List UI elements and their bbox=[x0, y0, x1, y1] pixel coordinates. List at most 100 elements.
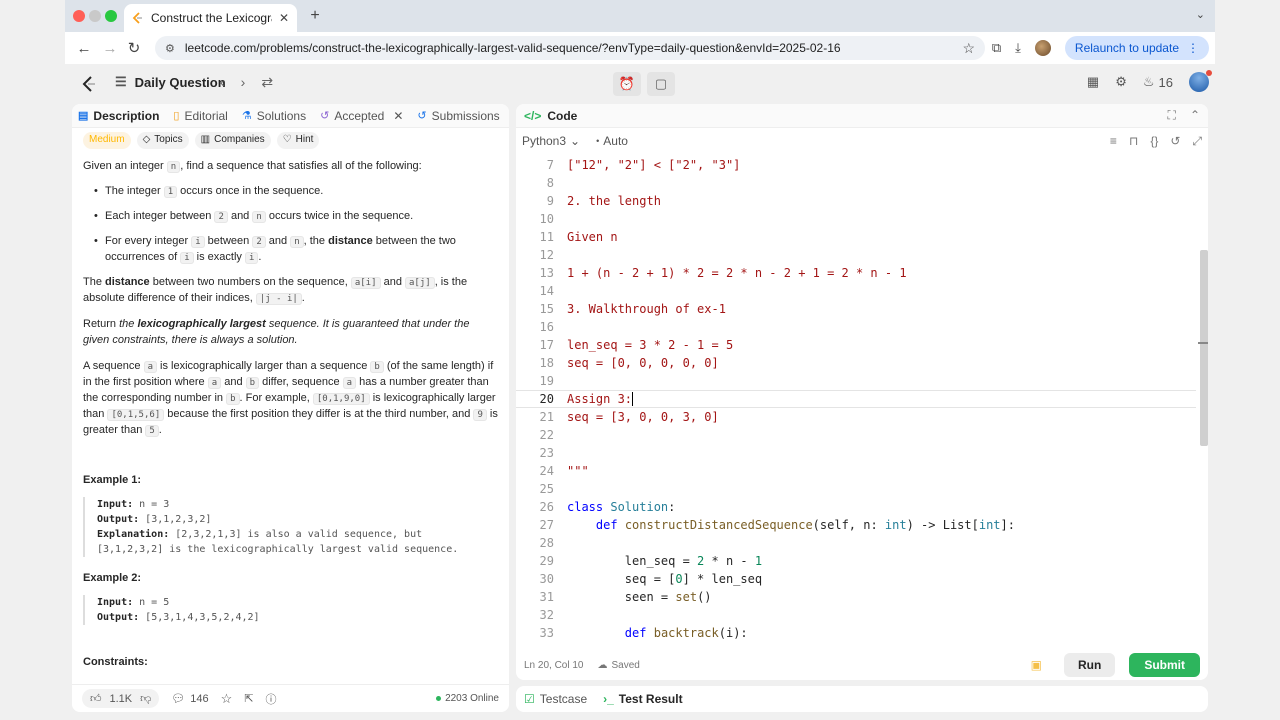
reset-code-icon[interactable]: ↺ bbox=[1170, 134, 1180, 149]
tab-solutions[interactable]: ⚗ Solutions bbox=[242, 109, 306, 123]
line-number: 18 bbox=[539, 356, 554, 370]
help-icon[interactable]: ⓘ bbox=[266, 691, 277, 707]
layout-grid-icon[interactable]: ▦ bbox=[1087, 74, 1099, 90]
code-line[interactable]: 32 bbox=[516, 606, 1196, 624]
browser-tab-active[interactable]: Construct the Lexicographica ✕ bbox=[124, 4, 297, 32]
topics-tag[interactable]: ◇ Topics bbox=[136, 132, 189, 149]
code-editor[interactable]: 7 ["12", "2"] < ["2", "3"] 8 9 2. the length… bbox=[516, 154, 1208, 644]
code-line[interactable]: 33 def backtrack(i): bbox=[516, 624, 1196, 642]
code-line[interactable]: 30 seq = [0] * len_seq bbox=[516, 570, 1196, 588]
close-tab-accepted-icon[interactable]: ✕ bbox=[393, 109, 403, 123]
code-line[interactable]: 20 Assign 3: bbox=[516, 390, 1196, 408]
code-line[interactable]: 15 3. Walkthrough of ex-1 bbox=[516, 300, 1196, 318]
close-tab-icon[interactable]: ✕ bbox=[279, 11, 289, 25]
tab-submissions[interactable]: ↺ Submissions bbox=[417, 109, 499, 123]
thumbs-down-icon[interactable]: 👎︎ bbox=[140, 692, 151, 705]
relaunch-button[interactable]: Relaunch to update ⋮ bbox=[1064, 36, 1209, 60]
like-count: 1.1K bbox=[109, 692, 133, 705]
extensions-icon[interactable]: ⧉ bbox=[992, 40, 1001, 56]
code-line[interactable]: 26 class Solution: bbox=[516, 498, 1196, 516]
tab-search-chevron-icon[interactable]: ⌄ bbox=[1196, 8, 1205, 21]
timer-icon[interactable]: ⏰ bbox=[613, 72, 641, 96]
bookmark-star-icon[interactable]: ☆ bbox=[962, 40, 975, 57]
line-number: 19 bbox=[539, 374, 554, 388]
fullscreen-icon[interactable]: ⤢ bbox=[1192, 134, 1202, 149]
code-line[interactable]: 31 seen = set() bbox=[516, 588, 1196, 606]
sticky-note-icon[interactable]: ▣ bbox=[1031, 658, 1042, 672]
tab-editorial[interactable]: ▯ Editorial bbox=[173, 109, 227, 123]
topics-label: Topics bbox=[154, 134, 183, 145]
submissions-icon: ↺ bbox=[417, 110, 427, 122]
braces-icon[interactable]: {} bbox=[1150, 134, 1158, 149]
comments-button[interactable]: 💬︎ 146 bbox=[171, 692, 208, 706]
tab-test-result[interactable]: ›_ Test Result bbox=[603, 692, 682, 706]
favorite-star-icon[interactable]: ☆ bbox=[221, 691, 233, 707]
new-tab-icon[interactable]: + bbox=[305, 6, 325, 26]
submit-button[interactable]: Submit bbox=[1129, 653, 1200, 677]
bookmark-icon[interactable]: ⊓ bbox=[1129, 134, 1138, 149]
code-line[interactable]: 7 ["12", "2"] < ["2", "3"] bbox=[516, 156, 1196, 174]
code-line[interactable]: 25 bbox=[516, 480, 1196, 498]
daily-question-link[interactable]: Daily Question bbox=[135, 75, 226, 90]
user-avatar[interactable] bbox=[1189, 70, 1212, 92]
code-line[interactable]: 23 bbox=[516, 444, 1196, 462]
forward-arrow-icon[interactable]: → bbox=[97, 40, 123, 57]
reload-icon[interactable]: ↻ bbox=[121, 39, 147, 57]
code-line[interactable]: 16 bbox=[516, 318, 1196, 336]
tab-testcase[interactable]: ☑ Testcase bbox=[524, 692, 587, 706]
address-bar[interactable]: ⚙ leetcode.com/problems/construct-the-le… bbox=[155, 36, 985, 60]
settings-gear-icon[interactable]: ⚙ bbox=[1115, 74, 1127, 90]
site-info-icon[interactable]: ⚙ bbox=[165, 42, 175, 55]
line-text: seq = [0, 0, 0, 0, 0] bbox=[567, 356, 719, 370]
problem-list-icon[interactable]: ☰ bbox=[115, 74, 127, 90]
prev-question-icon[interactable]: ‹ bbox=[220, 74, 225, 91]
close-window-icon[interactable] bbox=[73, 10, 85, 22]
code-line[interactable]: 9 2. the length bbox=[516, 192, 1196, 210]
download-icon[interactable]: ⤓ bbox=[1015, 40, 1021, 56]
example-1-title: Example 1: bbox=[83, 473, 142, 486]
line-text: 1 + (n - 2 + 1) * 2 = 2 * n - 2 + 1 = 2 … bbox=[567, 266, 907, 280]
profile-avatar[interactable] bbox=[1034, 40, 1051, 56]
code-line[interactable]: 27 def constructDistancedSequence(self, … bbox=[516, 516, 1196, 534]
mode-select[interactable]: • Auto bbox=[596, 134, 628, 148]
maximize-window-icon[interactable] bbox=[105, 10, 117, 22]
leetcode-logo-icon[interactable] bbox=[80, 75, 98, 93]
language-select[interactable]: Python3 ⌄ bbox=[522, 134, 580, 148]
hint-tag[interactable]: ♡ Hint bbox=[276, 132, 320, 149]
run-button[interactable]: Run bbox=[1064, 653, 1116, 677]
random-question-icon[interactable]: ⇄ bbox=[261, 74, 273, 91]
line-text: def backtrack(i): bbox=[624, 626, 748, 640]
code-line[interactable]: 14 bbox=[516, 282, 1196, 300]
checkbox-icon: ☑ bbox=[524, 692, 535, 706]
code-line[interactable]: 12 bbox=[516, 246, 1196, 264]
tab-accepted[interactable]: ↺ Accepted ✕ bbox=[320, 109, 403, 123]
code-line[interactable]: 22 bbox=[516, 426, 1196, 444]
code-line[interactable]: 8 bbox=[516, 174, 1196, 192]
minimize-window-icon[interactable] bbox=[89, 10, 101, 22]
thumbs-up-icon[interactable]: 👍︎ bbox=[90, 692, 102, 705]
code-line[interactable]: 13 1 + (n - 2 + 1) * 2 = 2 * n - 2 + 1 = … bbox=[516, 264, 1196, 282]
code-line[interactable]: 28 bbox=[516, 534, 1196, 552]
next-question-icon[interactable]: › bbox=[241, 74, 246, 91]
maximize-panel-icon[interactable]: ⛶ bbox=[1168, 108, 1176, 123]
editor-scrollbar[interactable] bbox=[1200, 250, 1208, 446]
code-line[interactable]: 19 bbox=[516, 372, 1196, 390]
code-line[interactable]: 17 len_seq = 3 * 2 - 1 = 5 bbox=[516, 336, 1196, 354]
collapse-panel-icon[interactable]: ⌃ bbox=[1190, 108, 1200, 123]
share-icon[interactable]: ⇱ bbox=[244, 692, 253, 705]
streak-counter[interactable]: ♨ 16 bbox=[1143, 74, 1173, 90]
requirements-list: The integer 1 occurs once in the sequenc… bbox=[94, 184, 498, 266]
code-line[interactable]: 10 bbox=[516, 210, 1196, 228]
line-number: 20 bbox=[539, 392, 554, 406]
format-code-icon[interactable]: ≡ bbox=[1110, 134, 1117, 149]
companies-tag[interactable]: ▥ Companies bbox=[194, 132, 271, 149]
code-line[interactable]: 29 len_seq = 2 * n - 1 bbox=[516, 552, 1196, 570]
code-line[interactable]: 21 seq = [3, 0, 0, 3, 0] bbox=[516, 408, 1196, 426]
notes-icon[interactable]: ▢ bbox=[647, 72, 675, 96]
code-line[interactable]: 18 seq = [0, 0, 0, 0, 0] bbox=[516, 354, 1196, 372]
tab-description[interactable]: ▤ Description bbox=[78, 109, 159, 123]
code-line[interactable]: 11 Given n bbox=[516, 228, 1196, 246]
back-arrow-icon[interactable]: ← bbox=[71, 40, 97, 57]
leetcode-top-nav: ☰ Daily Question ‹ › ⇄ ⏰ ▢ ▦ ⚙ ♨ 16 bbox=[65, 64, 1215, 104]
code-line[interactable]: 24 """ bbox=[516, 462, 1196, 480]
